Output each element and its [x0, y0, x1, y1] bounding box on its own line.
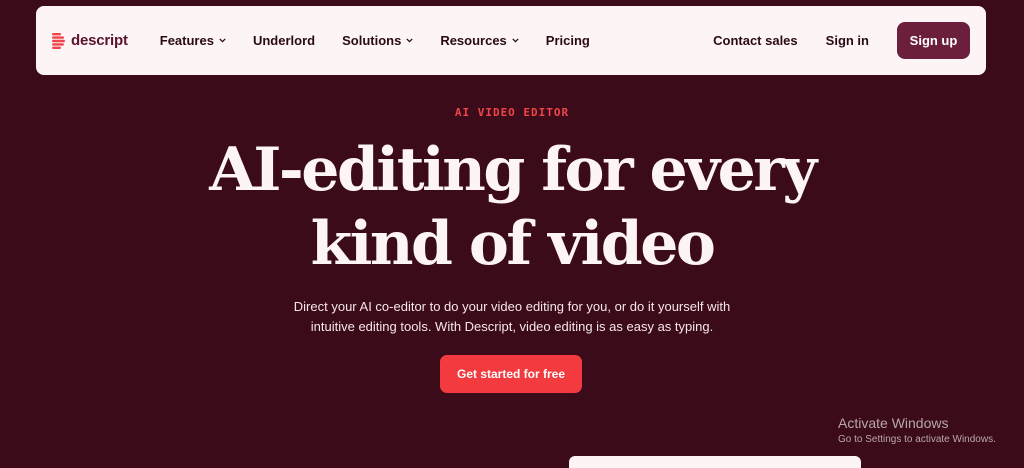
hero-subtitle-line-1: Direct your AI co-editor to do your vide…	[293, 299, 731, 314]
primary-nav: Features Underlord Solutions Resources P…	[160, 33, 617, 48]
nav-underlord[interactable]: Underlord	[253, 33, 315, 48]
sign-in-link[interactable]: Sign in	[826, 33, 869, 48]
hero-subtitle-line-2: intuitive editing tools. With Descript, …	[310, 319, 714, 334]
descript-logo-icon	[52, 32, 65, 49]
activate-windows-watermark: Activate Windows Go to Settings to activ…	[838, 415, 996, 445]
descript-logo[interactable]: descript	[52, 32, 128, 49]
nav-resources[interactable]: Resources	[440, 33, 519, 48]
watermark-title: Activate Windows	[838, 415, 949, 431]
nav-solutions-label: Solutions	[342, 33, 402, 48]
nav-features-label: Features	[159, 33, 214, 48]
nav-actions: Contact sales Sign in Sign up	[713, 22, 970, 59]
nav-pricing[interactable]: Pricing	[546, 33, 590, 48]
hero-title-line-2: kind of video	[310, 209, 716, 279]
hero-title-line-1: AI-editing for every	[209, 135, 817, 205]
hero-title: AI-editing for every kind of video	[0, 133, 1024, 281]
nav-pricing-label: Pricing	[545, 33, 590, 48]
nav-underlord-label: Underlord	[252, 33, 316, 48]
sign-up-button[interactable]: Sign up	[897, 22, 970, 59]
preview-card	[569, 456, 861, 468]
nav-solutions[interactable]: Solutions	[342, 33, 413, 48]
chevron-down-icon	[406, 38, 413, 43]
hero-subtitle: Direct your AI co-editor to do your vide…	[262, 297, 762, 337]
get-started-button[interactable]: Get started for free	[440, 355, 582, 393]
watermark-subtitle: Go to Settings to activate Windows.	[838, 434, 996, 445]
top-navbar: descript Features Underlord Solutions Re…	[36, 6, 986, 75]
nav-resources-label: Resources	[440, 33, 507, 48]
chevron-down-icon	[512, 38, 519, 43]
nav-features[interactable]: Features	[160, 33, 226, 48]
logo-text: descript	[71, 32, 128, 49]
hero-eyebrow: AI VIDEO EDITOR	[454, 106, 570, 119]
chevron-down-icon	[219, 38, 226, 43]
contact-sales-link[interactable]: Contact sales	[713, 33, 798, 48]
